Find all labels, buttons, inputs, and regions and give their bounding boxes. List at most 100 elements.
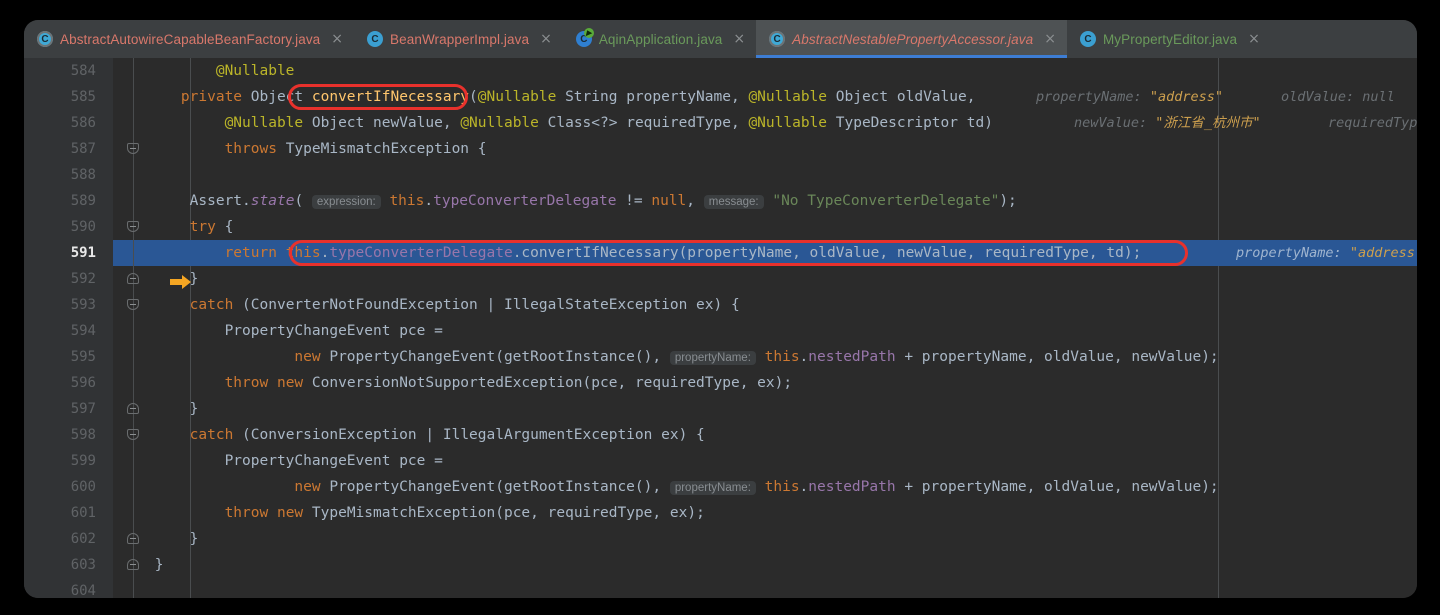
token-type: IllegalArgumentException [442, 427, 653, 443]
code-line[interactable]: 585 private Object convertIfNecessary(@N… [24, 84, 1417, 110]
code-line[interactable]: 600 new PropertyChangeEvent(getRootInsta… [24, 474, 1417, 500]
token-call: getRootInstance() [503, 349, 653, 365]
code-line[interactable]: 590 try { [24, 214, 1417, 240]
token-field: nestedPath [808, 349, 896, 365]
token-method-call: convertIfNecessary [521, 245, 679, 261]
token-arg: requiredType [547, 505, 653, 521]
code-fold-marker[interactable] [127, 526, 140, 552]
token-type: ConversionNotSupportedException [311, 375, 583, 391]
debug-hint-value: null [1362, 89, 1395, 105]
code-line[interactable]: 593 catch (ConverterNotFoundException | … [24, 292, 1417, 318]
tab-abstract-nestable-property-accessor[interactable]: C AbstractNestablePropertyAccessor.java … [756, 20, 1067, 58]
line-number: 597 [70, 401, 96, 417]
token-arg: requiredType [634, 375, 740, 391]
code-text: catch (ConversionException | IllegalArgu… [189, 427, 705, 443]
code-text: @Nullable Object newValue, @Nullable Cla… [224, 115, 993, 131]
token-annotation: @Nullable [748, 89, 828, 105]
code-line[interactable]: 596 throw new ConversionNotSupportedExce… [24, 370, 1417, 396]
line-number: 593 [70, 297, 96, 313]
token-annotation: @Nullable [477, 89, 557, 105]
code-fold-marker[interactable] [127, 136, 140, 162]
execution-pointer-arrow [100, 246, 191, 289]
token-annotation: @Nullable [460, 115, 539, 131]
code-text: @Nullable [146, 58, 295, 84]
code-editor[interactable]: 584 @Nullable 585 private Object convert… [24, 58, 1417, 598]
tab-aqin-application[interactable]: C ▶ AqinApplication.java × [563, 20, 756, 58]
code-line[interactable]: 597 } [24, 396, 1417, 422]
code-line[interactable]: 587 throws TypeMismatchException { [24, 136, 1417, 162]
editor-tab-bar: C AbstractAutowireCapableBeanFactory.jav… [24, 20, 1417, 58]
code-line[interactable]: 589 Assert.state( expression: this.typeC… [24, 188, 1417, 214]
code-text: new PropertyChangeEvent(getRootInstance(… [294, 349, 1219, 365]
token-annotation: @Nullable [748, 115, 828, 131]
token-type: PropertyChangeEvent [329, 349, 496, 365]
close-icon[interactable]: × [331, 32, 343, 46]
line-number: 594 [70, 323, 96, 339]
token-type: ConverterNotFoundException [250, 297, 478, 313]
token-arg: newValue [1131, 349, 1202, 365]
token-type: Class<?> [547, 115, 618, 131]
token-this: this [764, 349, 800, 365]
line-number: 600 [70, 479, 96, 495]
code-text: } [146, 557, 164, 573]
token-this: this [764, 479, 800, 495]
tab-abstract-autowire-capable-bean-factory[interactable]: C AbstractAutowireCapableBeanFactory.jav… [24, 20, 354, 58]
token-this: this [389, 193, 425, 209]
line-number: 602 [70, 531, 96, 547]
code-text: throw new ConversionNotSupportedExceptio… [224, 375, 793, 391]
java-class-icon: C [367, 31, 384, 47]
code-line[interactable]: 592 } [24, 266, 1417, 292]
code-line[interactable]: 584 @Nullable [24, 58, 1417, 84]
code-fold-marker[interactable] [127, 422, 140, 448]
token-annotation: @Nullable [215, 63, 295, 79]
java-class-icon: C [769, 31, 786, 47]
tab-label: MyPropertyEditor.java [1102, 31, 1238, 47]
token-var: ex [661, 427, 679, 443]
code-line[interactable]: 601 throw new TypeMismatchException(pce,… [24, 500, 1417, 526]
token-var: pce [399, 453, 426, 469]
code-line[interactable]: 599 PropertyChangeEvent pce = [24, 448, 1417, 474]
code-line[interactable]: 603 } [24, 552, 1417, 578]
token-type: PropertyChangeEvent [329, 479, 496, 495]
token-arg: oldValue [809, 245, 880, 261]
code-text: new PropertyChangeEvent(getRootInstance(… [294, 479, 1219, 495]
close-icon[interactable]: × [733, 32, 745, 46]
code-line[interactable]: 586 @Nullable Object newValue, @Nullable… [24, 110, 1417, 136]
close-icon[interactable]: × [540, 32, 552, 46]
token-arg: ex [669, 505, 688, 521]
line-number: 584 [70, 63, 96, 79]
code-line[interactable]: 598 catch (ConversionException | Illegal… [24, 422, 1417, 448]
token-arg: pce [591, 375, 618, 391]
code-fold-marker[interactable] [127, 214, 140, 240]
close-icon[interactable]: × [1044, 32, 1056, 46]
token-object: Object [250, 89, 304, 105]
code-fold-marker[interactable] [127, 396, 140, 422]
tab-my-property-editor[interactable]: C MyPropertyEditor.java × [1067, 20, 1271, 58]
close-icon[interactable]: × [1248, 32, 1260, 46]
line-number: 603 [70, 557, 96, 573]
token-arg: td [1106, 245, 1124, 261]
code-line-current[interactable]: 591 return this.typeConverterDelegate.co… [24, 240, 1417, 289]
code-line[interactable]: 604 [24, 578, 1417, 598]
code-line[interactable]: 602 } [24, 526, 1417, 552]
code-text: try { [189, 219, 234, 235]
code-line[interactable]: 588 [24, 162, 1417, 188]
tab-label: BeanWrapperImpl.java [390, 31, 530, 47]
token-type: TypeMismatchException [311, 505, 496, 521]
param-hint-message: message: [703, 195, 764, 209]
line-number: 598 [70, 427, 96, 443]
line-number: 596 [70, 375, 96, 391]
token-type: Object [311, 115, 365, 131]
token-throw: throw [224, 375, 269, 391]
token-arg: propertyName [687, 245, 793, 261]
token-private: private [180, 89, 243, 105]
code-fold-marker[interactable] [127, 552, 140, 578]
tab-bean-wrapper-impl[interactable]: C BeanWrapperImpl.java × [354, 20, 563, 58]
code-text: } [146, 401, 199, 417]
line-number: 595 [70, 349, 96, 365]
line-number: 588 [70, 167, 96, 183]
tab-label: AqinApplication.java [598, 31, 723, 47]
code-line[interactable]: 595 new PropertyChangeEvent(getRootInsta… [24, 344, 1417, 370]
code-line[interactable]: 594 PropertyChangeEvent pce = [24, 318, 1417, 344]
line-number: 587 [70, 141, 96, 157]
